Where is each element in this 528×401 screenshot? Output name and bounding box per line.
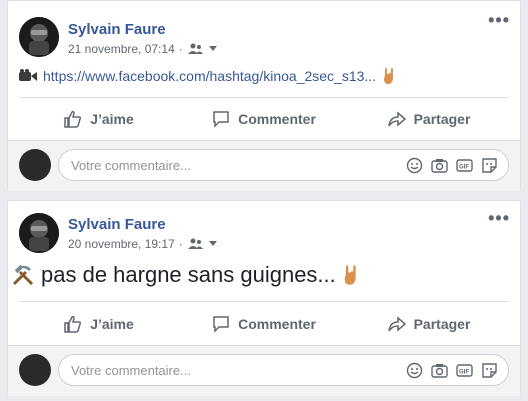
sticker-icon[interactable]: [481, 157, 498, 174]
divider: [19, 97, 509, 98]
share-icon: [387, 110, 406, 128]
like-button[interactable]: J’aime: [19, 315, 179, 333]
gif-icon[interactable]: GIF: [456, 157, 473, 174]
camera-icon[interactable]: [431, 362, 448, 379]
share-label: Partager: [413, 111, 471, 127]
comment-button[interactable]: Commenter: [184, 110, 344, 128]
comment-input[interactable]: Votre commentaire... GIF: [58, 149, 509, 181]
svg-text:GIF: GIF: [459, 165, 469, 171]
action-bar: J’aime Commenter Partager: [19, 309, 509, 339]
comment-tools: GIF: [406, 362, 498, 379]
post-meta: 20 novembre, 19:17 ·: [68, 237, 217, 251]
comment-icon: [212, 315, 230, 333]
emoji-icon[interactable]: [406, 362, 423, 379]
sticker-icon[interactable]: [481, 362, 498, 379]
avatar[interactable]: [19, 213, 59, 253]
audience-icon[interactable]: [187, 43, 205, 55]
svg-text:GIF: GIF: [459, 370, 469, 376]
comment-placeholder: Votre commentaire...: [71, 157, 191, 173]
chevron-down-icon[interactable]: [208, 241, 217, 247]
hashtag-link[interactable]: https://www.facebook.com/hashtag/kinoa_2…: [43, 68, 376, 84]
rock-hand-icon: [342, 264, 362, 286]
author-name[interactable]: Sylvain Faure: [68, 21, 166, 38]
more-icon[interactable]: •••: [488, 209, 510, 227]
action-bar: J’aime Commenter Partager: [19, 104, 509, 134]
post-date[interactable]: 20 novembre, 19:17: [68, 237, 175, 251]
audience-icon[interactable]: [187, 238, 205, 250]
thumbs-up-icon: [64, 315, 82, 333]
comment-label: Commenter: [238, 316, 316, 332]
author-name[interactable]: Sylvain Faure: [68, 216, 166, 233]
post-card: Sylvain Faure 20 novembre, 19:17 · ••• J…: [7, 200, 521, 396]
like-label: J’aime: [90, 111, 134, 127]
post-text: pas de hargne sans guignes...: [11, 262, 362, 288]
share-button[interactable]: Partager: [349, 315, 509, 333]
avatar[interactable]: [19, 149, 51, 181]
post-text: https://www.facebook.com/hashtag/kinoa_2…: [19, 67, 398, 85]
avatar[interactable]: [19, 354, 51, 386]
separator: ·: [178, 237, 183, 251]
share-label: Partager: [413, 316, 471, 332]
comment-placeholder: Votre commentaire...: [71, 362, 191, 378]
like-label: J’aime: [90, 316, 134, 332]
thumbs-up-icon: [64, 110, 82, 128]
video-camera-icon: [19, 69, 37, 83]
comment-area: Votre commentaire... GIF: [8, 140, 520, 191]
divider: [19, 301, 509, 302]
comment-area: Votre commentaire... GIF: [8, 345, 520, 396]
separator: ·: [178, 42, 183, 56]
chevron-down-icon[interactable]: [208, 46, 217, 52]
post-card: Sylvain Faure 21 novembre, 07:14 · ••• h…: [7, 0, 521, 191]
comment-button[interactable]: Commenter: [184, 315, 344, 333]
post-meta: 21 novembre, 07:14 ·: [68, 42, 217, 56]
comment-label: Commenter: [238, 111, 316, 127]
gif-icon[interactable]: GIF: [456, 362, 473, 379]
emoji-icon[interactable]: [406, 157, 423, 174]
comment-tools: GIF: [406, 157, 498, 174]
post-text-content: pas de hargne sans guignes...: [41, 262, 336, 287]
comment-input[interactable]: Votre commentaire... GIF: [58, 354, 509, 386]
share-button[interactable]: Partager: [349, 110, 509, 128]
rock-hand-icon: [382, 67, 398, 85]
share-icon: [387, 315, 406, 333]
hammer-pick-icon: [11, 263, 35, 287]
avatar[interactable]: [19, 17, 59, 57]
camera-icon[interactable]: [431, 157, 448, 174]
like-button[interactable]: J’aime: [19, 110, 179, 128]
more-icon[interactable]: •••: [488, 11, 510, 29]
post-date[interactable]: 21 novembre, 07:14: [68, 42, 175, 56]
comment-icon: [212, 110, 230, 128]
